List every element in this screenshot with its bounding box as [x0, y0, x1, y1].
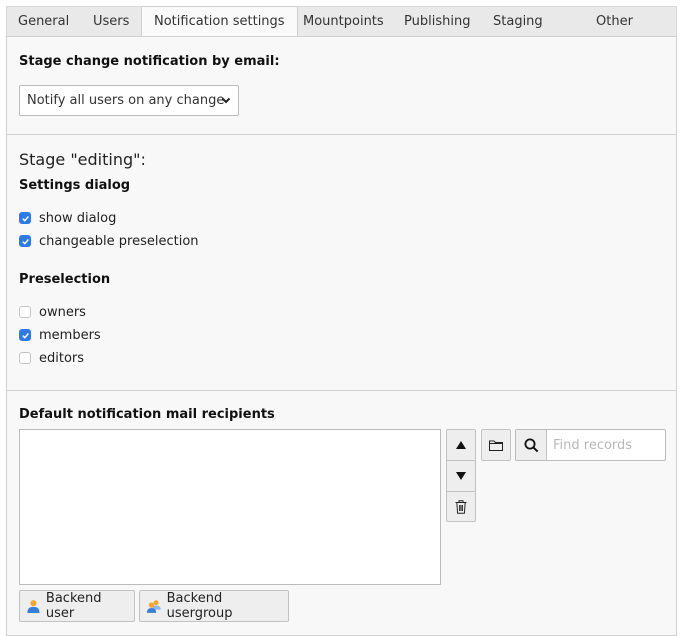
chevron-down-icon [221, 86, 231, 126]
backend-user-icon [27, 600, 40, 613]
checkbox-checked-icon[interactable] [19, 329, 31, 341]
notification-select-value: Notify all users on any change [27, 93, 225, 108]
search-button[interactable] [516, 430, 547, 460]
tab-users[interactable]: Users [93, 7, 129, 38]
checkbox-changeable-preselection[interactable]: changeable preselection [19, 232, 199, 250]
checkbox-owners[interactable]: owners [19, 303, 86, 321]
tab-mountpoints[interactable]: Mountpoints [303, 7, 384, 38]
tab-notification-settings[interactable]: Notification settings [141, 6, 298, 38]
stage-title: Stage "editing": [19, 150, 146, 169]
tab-panel: Stage change notification by email: Noti… [6, 36, 677, 636]
tab-bar: General Users Notification settings Moun… [6, 6, 677, 38]
checkbox-label: owners [39, 304, 86, 320]
add-backend-user-label: Backend user [45, 591, 102, 621]
backend-usergroup-icon [146, 600, 161, 613]
section-divider [7, 134, 676, 135]
checkbox-checked-icon[interactable] [19, 212, 31, 224]
triangle-up-icon [456, 441, 466, 449]
triangle-down-icon [456, 472, 466, 480]
tab-general[interactable]: General [18, 7, 69, 38]
checkbox-show-dialog[interactable]: show dialog [19, 209, 116, 227]
find-records-search [515, 429, 666, 461]
add-backend-user-button[interactable]: Backend user [19, 590, 135, 622]
notification-select[interactable]: Notify all users on any change [19, 85, 239, 116]
recipients-label: Default notification mail recipients [19, 407, 275, 422]
browse-records-button[interactable] [481, 429, 511, 461]
checkbox-label: changeable preselection [39, 233, 199, 249]
move-up-button[interactable] [446, 429, 476, 460]
checkbox-editors[interactable]: editors [19, 349, 84, 367]
preselection-label: Preselection [19, 272, 111, 287]
checkbox-unchecked-icon[interactable] [19, 352, 31, 364]
find-records-input[interactable] [547, 430, 664, 460]
section-divider [7, 390, 676, 391]
add-backend-usergroup-label: Backend usergroup [166, 591, 233, 621]
checkbox-label: editors [39, 350, 85, 366]
checkbox-unchecked-icon[interactable] [19, 306, 31, 318]
checkbox-label: members [39, 327, 101, 343]
tab-staging[interactable]: Staging [493, 7, 543, 38]
checkbox-label: show dialog [39, 210, 117, 226]
add-backend-usergroup-button[interactable]: Backend usergroup [139, 590, 289, 622]
search-icon [524, 438, 538, 452]
recipients-listbox[interactable] [19, 429, 441, 585]
tab-publishing[interactable]: Publishing [404, 7, 470, 38]
notification-label: Stage change notification by email: [19, 54, 280, 69]
delete-button[interactable] [446, 491, 476, 522]
settings-dialog-label: Settings dialog [19, 178, 131, 193]
move-down-button[interactable] [446, 460, 476, 491]
checkbox-checked-icon[interactable] [19, 235, 31, 247]
checkbox-members[interactable]: members [19, 326, 101, 344]
folder-icon [489, 440, 503, 451]
tab-other[interactable]: Other [596, 7, 633, 38]
trash-icon [455, 499, 467, 514]
